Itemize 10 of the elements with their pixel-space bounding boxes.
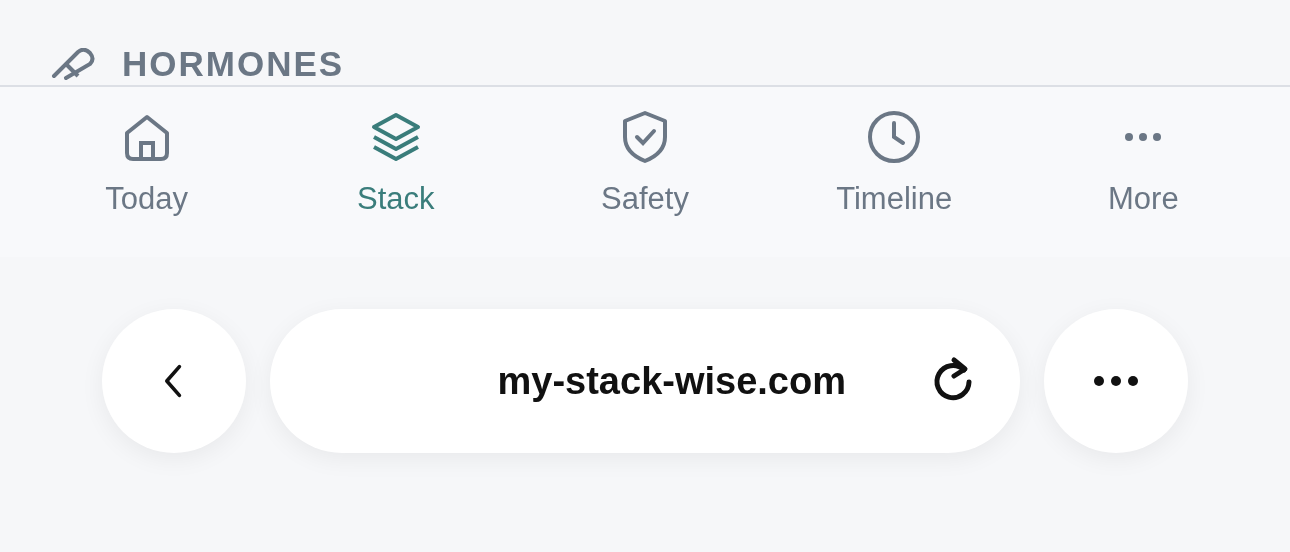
nav-tab[interactable]: Safety — [544, 107, 745, 257]
nav-tab[interactable]: Timeline — [794, 107, 995, 257]
more-icon — [1091, 375, 1141, 387]
nav-tab[interactable]: More — [1043, 107, 1244, 257]
nav-tab[interactable]: Today — [46, 107, 247, 257]
address-bar[interactable]: my-stack-wise.com — [270, 309, 1020, 453]
more-icon — [1124, 132, 1163, 142]
nav-tab[interactable]: Stack — [295, 107, 496, 257]
url-text: my-stack-wise.com — [497, 359, 846, 403]
section-title: HORMONES — [122, 44, 345, 84]
